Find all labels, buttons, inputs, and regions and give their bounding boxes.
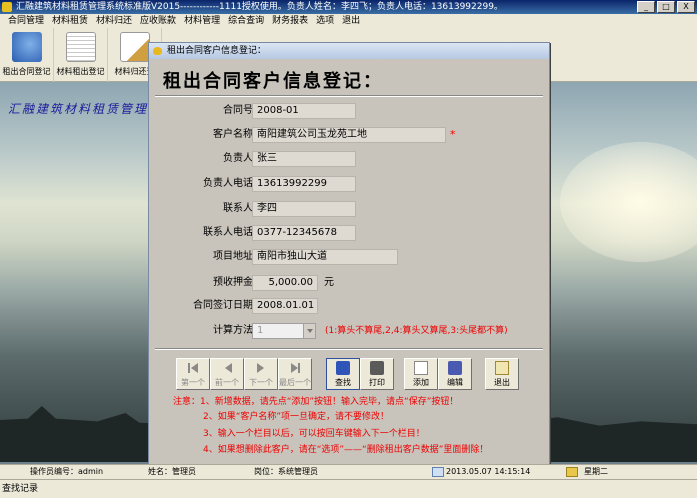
- document-icon: [65, 32, 96, 62]
- find-button[interactable]: 查找: [326, 358, 360, 390]
- menu-report[interactable]: 财务报表: [268, 14, 312, 28]
- binoculars-icon: [336, 361, 350, 375]
- toolbar-rent-register[interactable]: 材料租出登记: [54, 28, 108, 82]
- status-datetime: 2013.05.07 14:15:14: [446, 467, 531, 476]
- menu-exit[interactable]: 退出: [338, 14, 364, 28]
- calc-method-value: 1: [257, 325, 264, 336]
- first-record-button[interactable]: 第一个: [176, 358, 210, 390]
- menu-rent[interactable]: 材料租赁: [48, 14, 92, 28]
- edit-document-icon: [119, 32, 150, 62]
- form-heading: 租出合同客户信息登记：: [163, 71, 383, 92]
- company-banner: 汇融建筑材料租赁管理: [8, 102, 149, 116]
- actions-divider: [155, 348, 543, 350]
- minimize-button[interactable]: _: [637, 1, 655, 13]
- prev-record-button[interactable]: 前一个: [210, 358, 244, 390]
- manager-phone-label: 负责人电话：: [203, 178, 263, 189]
- note-line-4: 4、如果想删除此客户，请在“选项”——“删除租出客户数据”里面删除！: [203, 445, 489, 455]
- menu-contract[interactable]: 合同管理: [4, 14, 48, 28]
- printer-icon: [370, 361, 384, 375]
- project-address-field[interactable]: 南阳市独山大道: [252, 249, 398, 265]
- log-text: 查找记录: [2, 484, 39, 494]
- window-controls: _ □ X: [637, 1, 695, 13]
- prev-record-icon: [220, 361, 234, 375]
- sign-date-label: 合同签订日期：: [193, 300, 263, 311]
- operator-id: 操作员编号：admin: [30, 467, 104, 476]
- deposit-unit: 元: [324, 277, 334, 288]
- dialog-icon: [153, 47, 162, 55]
- window-titlebar: 汇融建筑材料租赁管理系统标准版V2015------------1111授权使用…: [0, 0, 697, 14]
- contact-phone-label: 联系人电话：: [203, 227, 263, 238]
- menu-bar: 合同管理 材料租赁 材料归还 应收账款 材料管理 综合查询 财务报表 选项 退出: [0, 14, 697, 28]
- required-marker: *: [450, 128, 456, 141]
- note-line-1: 注意：1、新增数据，请先点“添加”按钮！输入完毕，请点“保存”按钮！: [173, 397, 459, 407]
- contract-no-label: 合同号：: [223, 105, 263, 116]
- maximize-button[interactable]: □: [657, 1, 675, 13]
- operator-name: 姓名：管理员: [148, 467, 196, 476]
- next-record-icon: [254, 361, 268, 375]
- app-icon: [2, 2, 12, 12]
- contract-icon: [11, 32, 42, 62]
- contract-no-field[interactable]: 2008-01: [252, 103, 356, 119]
- deposit-label: 预收押金：: [213, 277, 263, 288]
- print-label: 打印: [369, 378, 385, 387]
- exit-button[interactable]: 退出: [485, 358, 519, 390]
- customer-name-label: 客户名称：: [213, 129, 263, 140]
- project-address-label: 项目地址：: [213, 251, 263, 262]
- menu-receivable[interactable]: 应收账款: [136, 14, 180, 28]
- edit-label: 编辑: [447, 378, 463, 387]
- clock-icon: [432, 467, 444, 477]
- dialog-titlebar: 租出合同客户信息登记：: [149, 43, 549, 59]
- print-button[interactable]: 打印: [360, 358, 394, 390]
- contract-customer-dialog: 租出合同客户信息登记： 租出合同客户信息登记： 合同号： 2008-01 客户名…: [148, 42, 550, 467]
- background-glow: [560, 142, 697, 262]
- manager-phone-field[interactable]: 13613992299: [252, 176, 356, 192]
- chevron-down-icon[interactable]: [303, 324, 315, 338]
- window-title: 汇融建筑材料租赁管理系统标准版V2015------------1111授权使用…: [16, 2, 503, 12]
- manager-label: 负责人：: [223, 153, 263, 164]
- customer-name-field[interactable]: 南阳建筑公司玉龙苑工地: [252, 127, 446, 143]
- toolbar-contract-register[interactable]: 租出合同登记: [0, 28, 54, 82]
- menu-query[interactable]: 综合查询: [224, 14, 268, 28]
- status-weekday: 星期二: [584, 467, 608, 476]
- status-bar: 操作员编号：admin 姓名：管理员 岗位：系统管理员 2013.05.07 1…: [0, 464, 697, 479]
- contact-label: 联系人：: [223, 203, 263, 214]
- last-record-label: 最后一个: [279, 378, 311, 387]
- sign-date-field[interactable]: 2008.01.01: [252, 298, 318, 314]
- note-line-2: 2、如果“客户名称”项一旦确定，请不要修改！: [203, 412, 390, 422]
- new-document-icon: [414, 361, 428, 375]
- last-record-icon: [288, 361, 302, 375]
- edit-button[interactable]: 编辑: [438, 358, 472, 390]
- contact-phone-field[interactable]: 0377-12345678: [252, 225, 356, 241]
- menu-return[interactable]: 材料归还: [92, 14, 136, 28]
- first-record-label: 第一个: [181, 378, 205, 387]
- find-label: 查找: [335, 378, 351, 387]
- manager-field[interactable]: 张三: [252, 151, 356, 167]
- operator-post: 岗位：系统管理员: [254, 467, 318, 476]
- calendar-icon: [566, 467, 578, 477]
- edit-icon: [448, 361, 462, 375]
- first-record-icon: [186, 361, 200, 375]
- dialog-title: 租出合同客户信息登记：: [167, 46, 267, 56]
- menu-material[interactable]: 材料管理: [180, 14, 224, 28]
- add-button[interactable]: 添加: [404, 358, 438, 390]
- calc-method-label: 计算方法：: [213, 325, 263, 336]
- calc-method-select[interactable]: 1: [252, 323, 316, 339]
- prev-record-label: 前一个: [215, 378, 239, 387]
- note-line-3: 3、输入一个栏目以后，可以按回车键输入下一个栏目！: [203, 429, 425, 439]
- calc-method-hint: (1:算头不算尾,2,4:算头又算尾,3:头尾都不算): [325, 326, 508, 336]
- last-record-button[interactable]: 最后一个: [278, 358, 312, 390]
- next-record-label: 下一个: [249, 378, 273, 387]
- exit-label: 退出: [494, 378, 510, 387]
- menu-options[interactable]: 选项: [312, 14, 338, 28]
- log-bar: 查找记录: [0, 479, 697, 498]
- contact-field[interactable]: 李四: [252, 201, 356, 217]
- exit-icon: [495, 361, 509, 375]
- heading-divider: [155, 95, 543, 97]
- toolbar-label: 材料租出登记: [56, 67, 105, 76]
- add-label: 添加: [413, 378, 429, 387]
- deposit-field[interactable]: 5,000.00: [252, 275, 318, 291]
- toolbar-label: 租出合同登记: [2, 67, 51, 76]
- close-button[interactable]: X: [677, 1, 695, 13]
- next-record-button[interactable]: 下一个: [244, 358, 278, 390]
